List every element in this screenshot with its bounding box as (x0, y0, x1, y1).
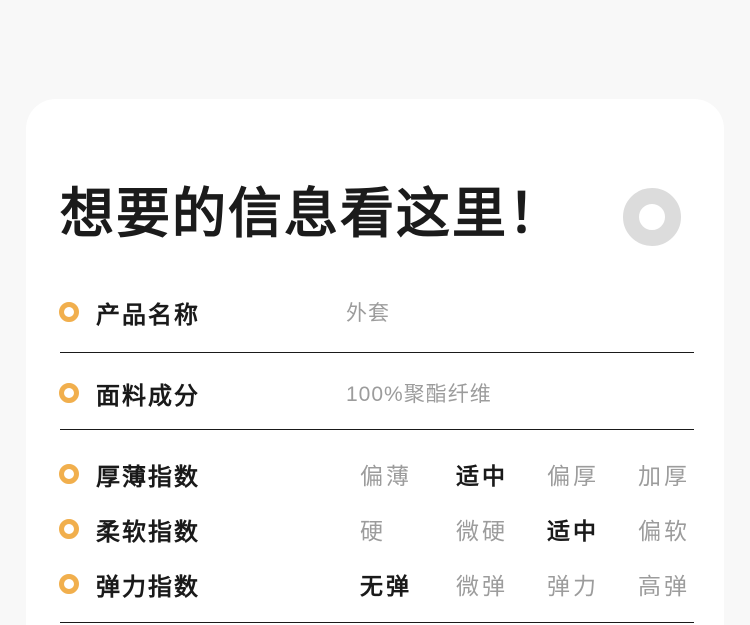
index-option: 适中 (547, 512, 599, 546)
option-scale: 无弹 微弹 弹力 高弹 (360, 569, 699, 599)
index-option: 弹力 (547, 567, 599, 601)
index-option: 高弹 (638, 567, 690, 601)
index-option: 偏薄 (360, 457, 412, 491)
index-option: 偏软 (638, 512, 690, 546)
bullet-ring-icon (59, 302, 79, 322)
divider (60, 622, 694, 623)
index-row-softness: 柔软指数 硬 微硬 适中 偏软 (59, 514, 699, 544)
index-option: 微硬 (456, 512, 508, 546)
index-row-thickness: 厚薄指数 偏薄 适中 偏厚 加厚 (59, 459, 699, 489)
bullet-ring-icon (59, 574, 79, 594)
info-row-fabric: 面料成分 100%聚酯纤维 (59, 378, 699, 408)
bullet-ring-icon (59, 464, 79, 484)
row-label: 厚薄指数 (96, 457, 346, 492)
card-title: 想要的信息看这里！ (60, 183, 564, 245)
option-scale: 硬 微硬 适中 偏软 (360, 514, 699, 544)
row-label: 弹力指数 (96, 567, 346, 602)
row-label: 柔软指数 (96, 512, 346, 547)
page-background: 想要的信息看这里！ 产品名称 外套 面料成分 100%聚酯纤维 厚薄指数 偏薄 … (0, 0, 750, 625)
row-label: 产品名称 (96, 295, 346, 330)
row-value: 100%聚酯纤维 (346, 378, 492, 408)
index-option: 硬 (360, 512, 386, 546)
bullet-ring-icon (59, 383, 79, 403)
info-row-product-name: 产品名称 外套 (59, 297, 699, 327)
divider (60, 352, 694, 353)
option-scale: 偏薄 适中 偏厚 加厚 (360, 459, 699, 489)
bullet-ring-icon (59, 519, 79, 539)
index-option: 微弹 (456, 567, 508, 601)
index-option: 无弹 (360, 567, 412, 601)
decorative-ring-icon (623, 188, 681, 246)
index-option: 适中 (456, 457, 508, 491)
index-option: 偏厚 (547, 457, 599, 491)
product-info-card: 想要的信息看这里！ 产品名称 外套 面料成分 100%聚酯纤维 厚薄指数 偏薄 … (26, 99, 724, 625)
index-row-elasticity: 弹力指数 无弹 微弹 弹力 高弹 (59, 569, 699, 599)
divider (60, 429, 694, 430)
row-value: 外套 (346, 297, 390, 327)
index-option: 加厚 (638, 457, 690, 491)
row-label: 面料成分 (96, 376, 346, 411)
